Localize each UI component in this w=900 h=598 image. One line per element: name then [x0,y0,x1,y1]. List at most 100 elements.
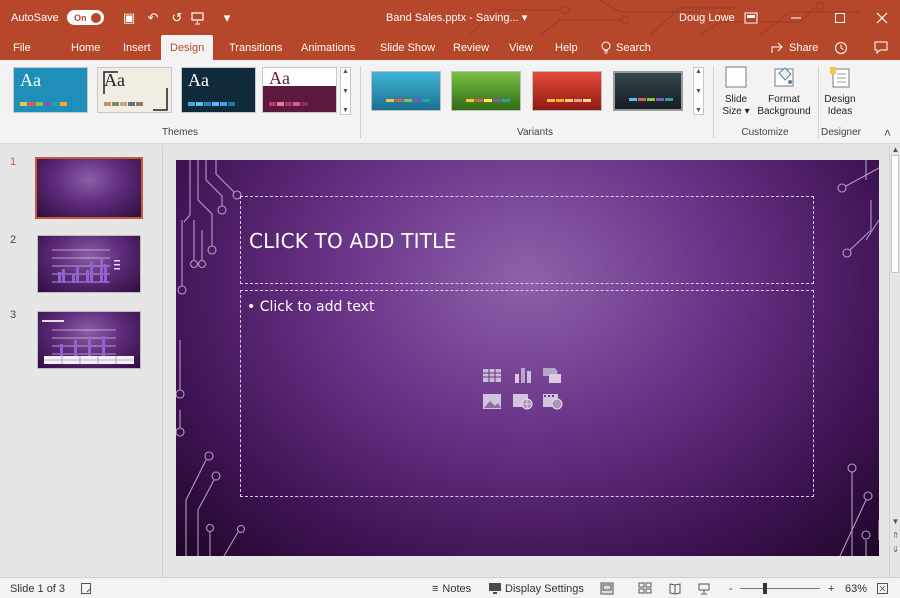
user-name[interactable]: Doug Lowe [679,0,735,35]
tab-design[interactable]: Design [161,35,214,60]
insert-picture-icon[interactable] [481,392,503,410]
slide-thumbnail-3[interactable] [37,311,141,369]
current-slide[interactable]: CLICK TO ADD TITLE • Click to add text [176,160,879,556]
scrollbar-thumb[interactable] [891,155,899,273]
slide-number-1: 1 [10,156,17,168]
insert-chart-icon[interactable] [511,366,533,384]
lightbulb-icon [601,41,611,54]
scroll-up-icon[interactable]: ▲ [891,145,900,154]
notes-label: Notes [442,582,472,595]
normal-view-icon[interactable] [600,578,614,598]
zoom-out-button[interactable]: - [729,578,733,598]
customize-quick-access-icon[interactable]: ▾ [216,0,238,35]
zoom-level[interactable]: 63% [845,578,867,598]
slide-thumbnail-2[interactable] [37,235,141,293]
theme-thumbnail-3[interactable]: Aa [181,67,256,113]
themes-gallery-scroll[interactable]: ▲ ▼ ▼ [340,67,351,115]
save-icon[interactable]: ▣ [118,0,140,35]
tab-animations[interactable]: Animations [301,35,355,60]
share-label: Share [789,41,819,54]
search-label: Search [616,41,651,54]
slide-editor: CLICK TO ADD TITLE • Click to add text [164,145,889,577]
share-button[interactable]: Share [770,35,818,60]
design-ideas-label-2: Ideas [827,106,853,117]
content-placeholder[interactable]: • Click to add text [240,290,814,497]
autosave-label: AutoSave [11,11,59,24]
format-background-label-1: Format [768,94,800,105]
tab-transitions[interactable]: Transitions [229,35,282,60]
format-background-button[interactable]: Format Background [753,64,815,118]
previous-slide-icon[interactable]: ⇑ [891,531,900,540]
slide-size-icon [725,66,747,88]
reading-view-icon[interactable] [668,578,682,598]
slide-thumbnails-panel: 1 2 3 [0,145,163,577]
tab-file[interactable]: File [13,35,31,60]
vertical-scrollbar[interactable]: ▲ ▼ ⇑ ⇓ [889,145,900,577]
close-icon[interactable] [860,0,900,35]
variant-thumbnail-3[interactable] [532,71,602,111]
tab-home[interactable]: Home [71,35,100,60]
autosave-toggle[interactable]: On [62,0,104,35]
present-from-start-icon[interactable] [190,0,206,35]
powerpoint-window: AutoSave On ▣ ↶ ↺ ▾ Band Sales.pptx - Sa… [0,0,900,598]
theme-thumbnail-2[interactable]: Aa [97,67,172,113]
fit-slide-icon[interactable] [876,578,889,598]
slide-thumbnail-1[interactable] [35,157,143,219]
slide-counter: Slide 1 of 3 [10,582,66,595]
autosave-state: On [74,12,87,23]
insert-smartart-icon[interactable] [541,366,563,384]
collapse-ribbon-icon[interactable]: ˄ [884,126,891,140]
designer-group-label: Designer [820,127,862,138]
slide-sorter-icon[interactable] [638,578,652,598]
accessibility-icon[interactable] [80,578,93,598]
title-bar: AutoSave On ▣ ↶ ↺ ▾ Band Sales.pptx - Sa… [0,0,900,35]
zoom-slider-knob[interactable] [763,583,767,594]
customize-group-label: Customize [741,127,789,138]
title-placeholder[interactable]: CLICK TO ADD TITLE [240,196,814,284]
variant-thumbnail-4[interactable] [613,71,683,111]
scroll-down-icon[interactable]: ▼ [891,517,900,526]
theme-thumbnail-4[interactable]: Aa [262,67,337,113]
tab-insert[interactable]: Insert [123,35,151,60]
tab-slide-show[interactable]: Slide Show [380,35,435,60]
redo-icon[interactable]: ↺ [166,0,188,35]
design-ideas-button[interactable]: Design Ideas [820,64,860,118]
insert-online-picture-icon[interactable] [511,392,533,410]
zoom-in-button[interactable]: + [828,578,834,598]
design-ribbon: Aa Aa Aa Aa ▲ ▼ ▼ Themes ▲ ▼ ▼ Variants … [0,60,900,144]
insert-video-icon[interactable] [541,392,563,410]
status-bar: Slide 1 of 3 ≡ Notes Display Settings - … [0,577,900,598]
variant-thumbnail-2[interactable] [451,71,521,111]
zoom-slider-track[interactable] [740,588,820,589]
notes-icon: ≡ [432,582,439,595]
display-settings-button[interactable]: Display Settings [488,578,584,598]
undo-icon[interactable]: ↶ [142,0,164,35]
insert-table-icon[interactable] [481,366,503,384]
title-placeholder-text: CLICK TO ADD TITLE [249,229,457,253]
maximize-icon[interactable] [818,0,862,35]
themes-group-label: Themes [161,127,199,138]
display-settings-icon [489,583,501,594]
history-icon[interactable] [834,35,848,60]
display-settings-label: Display Settings [505,582,584,595]
slide-size-label-1: Slide [724,94,748,105]
minimize-icon[interactable] [774,0,818,35]
ribbon-display-options-icon[interactable] [744,0,758,35]
document-title[interactable]: Band Sales.pptx - Saving... ▾ [386,0,527,35]
tab-help[interactable]: Help [555,35,578,60]
next-slide-icon[interactable]: ⇓ [891,545,900,554]
tab-review[interactable]: Review [453,35,489,60]
slide-size-button[interactable]: Slide Size ▾ [718,64,754,118]
insert-content-icons [481,366,573,410]
notes-button[interactable]: ≡ Notes [432,578,471,598]
design-ideas-label-1: Design [824,94,856,105]
tab-view[interactable]: View [509,35,533,60]
comments-icon[interactable] [874,35,888,60]
variant-thumbnail-1[interactable] [371,71,441,111]
theme-thumbnail-1[interactable]: Aa [13,67,88,113]
slide-show-icon[interactable] [697,578,711,598]
ribbon-tabs: File Home Insert Design Transitions Anim… [0,35,900,60]
search-box[interactable]: Search [600,35,651,60]
variants-gallery-scroll[interactable]: ▲ ▼ ▼ [693,67,704,115]
share-icon [771,42,783,53]
